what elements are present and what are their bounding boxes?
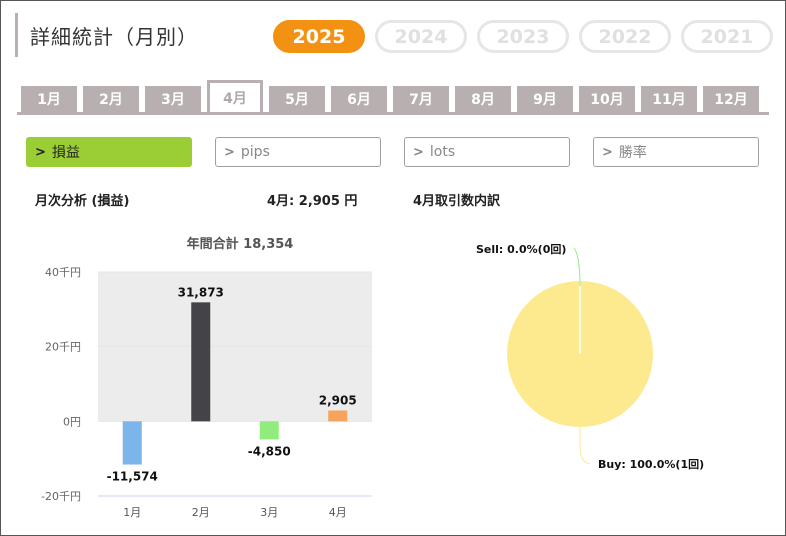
- tab-month-1[interactable]: 1月: [21, 86, 77, 112]
- pie-label-sell: Sell: 0.0%(0回): [476, 242, 566, 256]
- page-title: 詳細統計（月別）: [30, 24, 198, 49]
- filter-pips-button[interactable]: > pips: [215, 137, 381, 167]
- month-summary: 4月: 2,905 円: [267, 194, 358, 209]
- monthly-bar-chart: 年間合計 18,354 40千円 20千円 0円 -20千円 -11,574 1月 31,87…: [41, 236, 372, 519]
- month-tabs: 1月 2月 3月 4月 5月 6月 7月 8月 9月 10月 11月 12月: [21, 80, 759, 112]
- trade-pie-chart: Sell: 0.0%(0回) Buy: 100.0%(1回): [476, 242, 704, 471]
- y-tick-label: 20千円: [45, 341, 81, 354]
- filter-label: lots: [429, 144, 456, 160]
- year-button-2023[interactable]: 2023: [477, 20, 569, 53]
- filter-label: pips: [240, 144, 270, 160]
- sell-connector: [573, 247, 581, 287]
- metric-filters: > 損益 > pips > lots > 勝率: [26, 137, 759, 167]
- tab-month-7[interactable]: 7月: [393, 86, 449, 112]
- y-tick-label: 0円: [63, 415, 81, 428]
- tab-month-6[interactable]: 6月: [331, 86, 387, 112]
- pie-label-buy: Buy: 100.0%(1回): [598, 457, 704, 471]
- data-label: -4,850: [248, 444, 291, 458]
- bar-chart-title: 年間合計 18,354: [187, 236, 294, 252]
- filter-label: 勝率: [618, 145, 647, 161]
- year-button-2025[interactable]: 2025: [273, 20, 365, 53]
- bar-4月: [328, 410, 348, 422]
- filter-lots-button[interactable]: > lots: [404, 137, 570, 167]
- x-tick-label: 4月: [329, 506, 347, 519]
- tab-month-4[interactable]: 4月: [207, 80, 263, 112]
- x-tick-label: 3月: [260, 506, 278, 519]
- bar-3月: [259, 421, 279, 440]
- page-title-block: 詳細統計（月別）: [15, 13, 198, 57]
- chevron-right-icon: >: [413, 144, 424, 160]
- data-label: -11,574: [107, 470, 158, 484]
- year-button-2024[interactable]: 2024: [375, 20, 467, 53]
- page-frame: 詳細統計（月別） 2025 2024 2023 2022 2021 1月 2月 …: [0, 0, 786, 536]
- tab-month-10[interactable]: 10月: [579, 86, 635, 112]
- x-tick-label: 2月: [192, 506, 210, 519]
- chevron-right-icon: >: [224, 144, 235, 160]
- filter-label: 損益: [51, 145, 80, 161]
- monthly-analysis-title: 月次分析 (損益): [35, 194, 130, 209]
- tab-month-11[interactable]: 11月: [641, 86, 697, 112]
- filter-winrate-button[interactable]: > 勝率: [593, 137, 759, 167]
- data-label: 2,905: [319, 393, 357, 407]
- buy-connector: [579, 427, 591, 465]
- bar-2月: [191, 302, 211, 422]
- tab-month-12[interactable]: 12月: [703, 86, 759, 112]
- chevron-right-icon: >: [35, 144, 46, 160]
- year-selector: 2025 2024 2023 2022 2021: [273, 20, 773, 53]
- year-button-2021[interactable]: 2021: [681, 20, 773, 53]
- y-tick-label: 40千円: [45, 266, 81, 279]
- bar-1月: [122, 421, 142, 465]
- tab-month-3[interactable]: 3月: [145, 86, 201, 112]
- trade-breakdown-title: 4月取引数内訳: [413, 194, 501, 209]
- chevron-right-icon: >: [602, 144, 613, 160]
- tab-month-5[interactable]: 5月: [269, 86, 325, 112]
- y-tick-label: -20千円: [41, 490, 81, 503]
- data-label: 31,873: [178, 285, 224, 299]
- tab-month-8[interactable]: 8月: [455, 86, 511, 112]
- month-tab-bar: 1月 2月 3月 4月 5月 6月 7月 8月 9月 10月 11月 12月: [17, 80, 769, 115]
- filter-profit-button[interactable]: > 損益: [26, 137, 192, 167]
- tab-month-2[interactable]: 2月: [83, 86, 139, 112]
- year-button-2022[interactable]: 2022: [579, 20, 671, 53]
- x-tick-label: 1月: [123, 506, 141, 519]
- tab-month-9[interactable]: 9月: [517, 86, 573, 112]
